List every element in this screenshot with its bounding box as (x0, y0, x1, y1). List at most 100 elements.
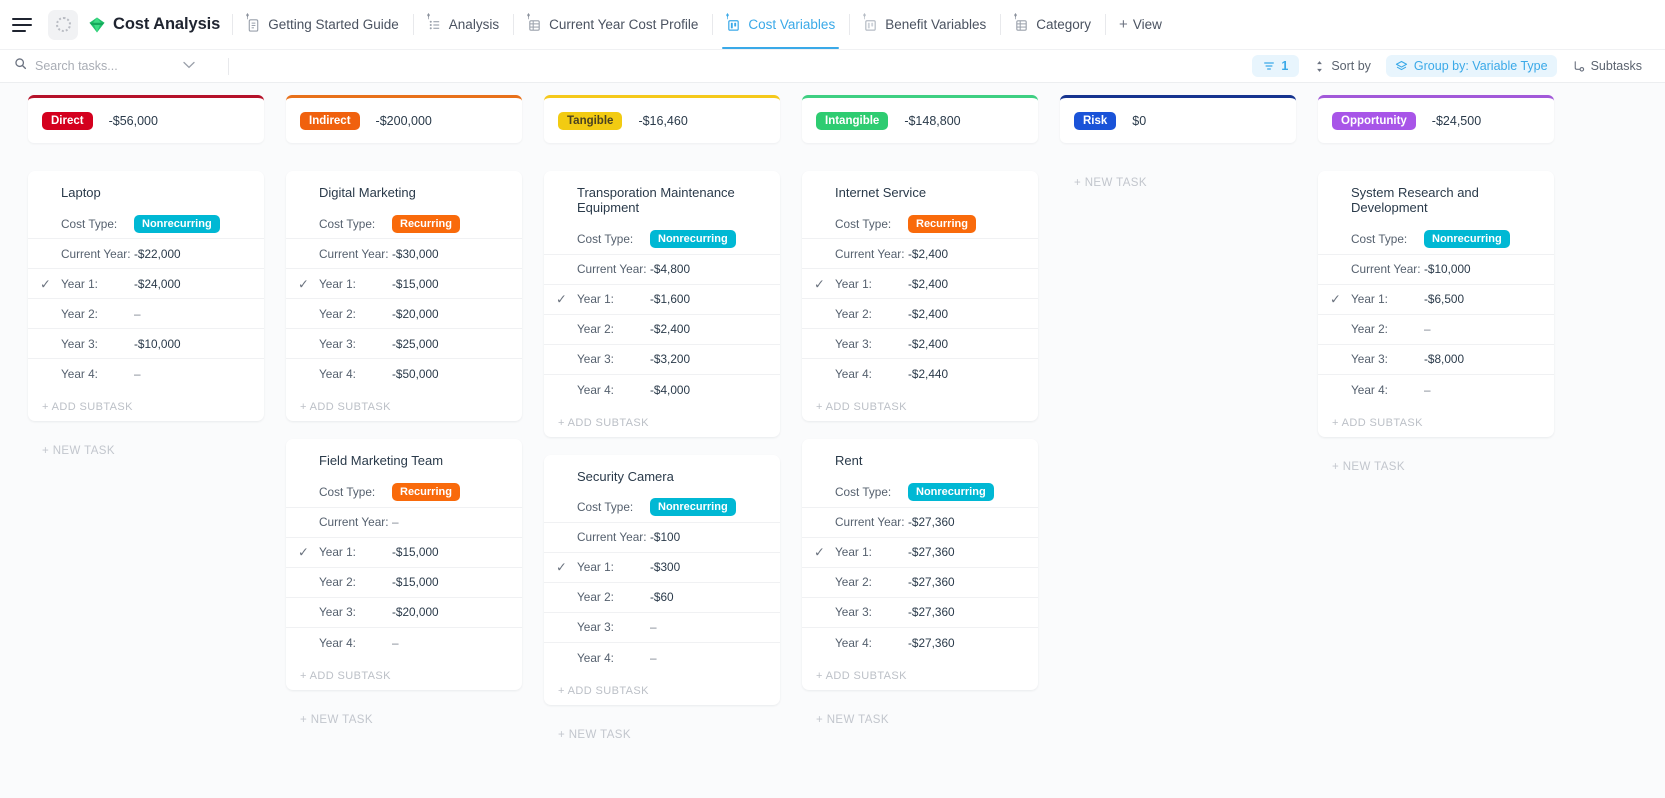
subtasks-button[interactable]: Subtasks (1563, 55, 1651, 77)
task-card[interactable]: Laptop Cost Type: Nonrecurring Current Year… (28, 171, 264, 422)
task-field-row[interactable]: Current Year: -$2,400 (802, 239, 1038, 270)
task-field-row[interactable]: Cost Type: Nonrecurring (544, 493, 780, 523)
task-field-row[interactable]: Cost Type: Nonrecurring (28, 209, 264, 240)
task-field-row[interactable]: Year 2: -$2,400 (802, 299, 1038, 330)
cost-type-badge[interactable]: Nonrecurring (1424, 230, 1510, 249)
task-card[interactable]: System Research and Development Cost Type… (1318, 171, 1554, 437)
task-card[interactable]: Transporation Maintenance Equipment Cost … (544, 171, 780, 437)
tab-analysis[interactable]: Analysis (412, 0, 513, 49)
new-task-button[interactable]: + NEW TASK (802, 708, 1038, 726)
task-field-row[interactable]: Year 3: -$2,400 (802, 329, 1038, 360)
task-field-row[interactable]: Year 4: – (544, 643, 780, 673)
task-card[interactable]: Digital Marketing Cost Type: Recurring Curr… (286, 171, 522, 422)
task-field-row[interactable]: Year 3: -$20,000 (286, 598, 522, 628)
task-field-row[interactable]: Year 3: -$27,360 (802, 598, 1038, 628)
tab-category[interactable]: Category (1000, 0, 1105, 49)
status-badge[interactable]: Intangible (816, 111, 889, 130)
task-field-row[interactable]: Year 2: -$20,000 (286, 299, 522, 330)
task-field-row[interactable]: Cost Type: Recurring (286, 209, 522, 240)
check-icon[interactable]: ✓ (40, 277, 51, 290)
task-field-row[interactable]: Current Year: -$30,000 (286, 239, 522, 270)
task-field-row[interactable]: ✓ Year 1: -$1,600 (544, 285, 780, 315)
search-input[interactable] (35, 59, 175, 73)
task-field-row[interactable]: ✓ Year 1: -$15,000 (286, 269, 522, 300)
cost-type-badge[interactable]: Nonrecurring (650, 230, 736, 249)
add-view-button[interactable]: + View (1105, 0, 1176, 49)
task-field-row[interactable]: Year 4: – (28, 359, 264, 389)
new-task-button[interactable]: + NEW TASK (1060, 171, 1296, 189)
status-badge[interactable]: Risk (1074, 111, 1117, 130)
check-icon[interactable]: ✓ (814, 277, 825, 290)
task-field-row[interactable]: ✓ Year 1: -$300 (544, 553, 780, 583)
cost-type-badge[interactable]: Recurring (392, 214, 460, 233)
add-subtask-button[interactable]: + ADD SUBTASK (286, 389, 522, 413)
filter-button[interactable]: 1 (1252, 55, 1300, 77)
new-task-button[interactable]: + NEW TASK (1318, 455, 1554, 473)
task-field-row[interactable]: Current Year: – (286, 508, 522, 538)
status-badge[interactable]: Direct (42, 111, 93, 130)
cost-type-badge[interactable]: Recurring (908, 214, 976, 233)
task-field-row[interactable]: ✓ Year 1: -$2,400 (802, 269, 1038, 300)
task-field-row[interactable]: ✓ Year 1: -$15,000 (286, 538, 522, 568)
task-field-row[interactable]: Year 2: -$27,360 (802, 568, 1038, 598)
task-card[interactable]: Security Camera Cost Type: Nonrecurring Cur… (544, 454, 780, 705)
task-field-row[interactable]: ✓ Year 1: -$6,500 (1318, 285, 1554, 315)
task-field-row[interactable]: Current Year: -$22,000 (28, 239, 264, 270)
task-field-row[interactable]: Year 4: -$50,000 (286, 359, 522, 389)
task-field-row[interactable]: Year 4: -$27,360 (802, 628, 1038, 658)
hamburger-menu-icon[interactable] (12, 12, 38, 38)
tab-benefit-variables[interactable]: Benefit Variables (849, 0, 1000, 49)
task-field-row[interactable]: Current Year: -$100 (544, 523, 780, 553)
new-task-button[interactable]: + NEW TASK (28, 439, 264, 457)
add-subtask-button[interactable]: + ADD SUBTASK (544, 673, 780, 697)
cost-type-badge[interactable]: Nonrecurring (650, 498, 736, 517)
add-subtask-button[interactable]: + ADD SUBTASK (28, 389, 264, 413)
task-field-row[interactable]: Year 3: -$25,000 (286, 329, 522, 360)
status-badge[interactable]: Opportunity (1332, 111, 1416, 130)
task-field-row[interactable]: Year 4: -$4,000 (544, 375, 780, 405)
status-badge[interactable]: Indirect (300, 111, 360, 130)
task-field-row[interactable]: ✓ Year 1: -$27,360 (802, 538, 1038, 568)
new-task-button[interactable]: + NEW TASK (286, 708, 522, 726)
task-field-row[interactable]: Year 3: – (544, 613, 780, 643)
add-subtask-button[interactable]: + ADD SUBTASK (544, 405, 780, 429)
task-field-row[interactable]: Cost Type: Nonrecurring (802, 478, 1038, 508)
group-by-button[interactable]: Group by: Variable Type (1385, 55, 1557, 77)
task-card[interactable]: Internet Service Cost Type: Recurring Curre… (802, 171, 1038, 422)
task-field-row[interactable]: Year 3: -$3,200 (544, 345, 780, 375)
task-field-row[interactable]: Current Year: -$27,360 (802, 508, 1038, 538)
task-field-row[interactable]: Year 4: – (286, 628, 522, 658)
task-field-row[interactable]: Cost Type: Nonrecurring (1318, 225, 1554, 255)
check-icon[interactable]: ✓ (298, 546, 309, 559)
task-field-row[interactable]: Year 2: -$15,000 (286, 568, 522, 598)
task-card[interactable]: Rent Cost Type: Nonrecurring Current Year: -… (802, 439, 1038, 690)
chevron-down-icon[interactable] (183, 60, 195, 72)
cost-type-badge[interactable]: Recurring (392, 483, 460, 502)
add-subtask-button[interactable]: + ADD SUBTASK (286, 658, 522, 682)
task-field-row[interactable]: Year 4: – (1318, 375, 1554, 405)
task-field-row[interactable]: Cost Type: Nonrecurring (544, 225, 780, 255)
task-field-row[interactable]: Year 3: -$8,000 (1318, 345, 1554, 375)
status-badge[interactable]: Tangible (558, 111, 623, 130)
new-task-button[interactable]: + NEW TASK (544, 723, 780, 741)
check-icon[interactable]: ✓ (556, 561, 567, 574)
loading-spinner-icon[interactable] (48, 9, 78, 40)
task-field-row[interactable]: Year 3: -$10,000 (28, 329, 264, 360)
task-field-row[interactable]: Year 2: – (1318, 315, 1554, 345)
workspace-brand[interactable]: Cost Analysis (88, 15, 232, 34)
cost-type-badge[interactable]: Nonrecurring (134, 214, 220, 233)
task-field-row[interactable]: Cost Type: Recurring (286, 478, 522, 508)
task-field-row[interactable]: Year 4: -$2,440 (802, 359, 1038, 389)
tab-getting-started-guide[interactable]: Getting Started Guide (232, 0, 413, 49)
task-field-row[interactable]: Year 2: – (28, 299, 264, 330)
tab-cost-variables[interactable]: Cost Variables (712, 0, 849, 49)
task-field-row[interactable]: Year 2: -$60 (544, 583, 780, 613)
task-field-row[interactable]: Year 2: -$2,400 (544, 315, 780, 345)
cost-type-badge[interactable]: Nonrecurring (908, 483, 994, 502)
task-card[interactable]: Field Marketing Team Cost Type: Recurring C… (286, 439, 522, 690)
task-field-row[interactable]: Current Year: -$10,000 (1318, 255, 1554, 285)
task-field-row[interactable]: ✓ Year 1: -$24,000 (28, 269, 264, 300)
sort-button[interactable]: Sort by (1305, 55, 1380, 77)
task-field-row[interactable]: Current Year: -$4,800 (544, 255, 780, 285)
check-icon[interactable]: ✓ (298, 277, 309, 290)
